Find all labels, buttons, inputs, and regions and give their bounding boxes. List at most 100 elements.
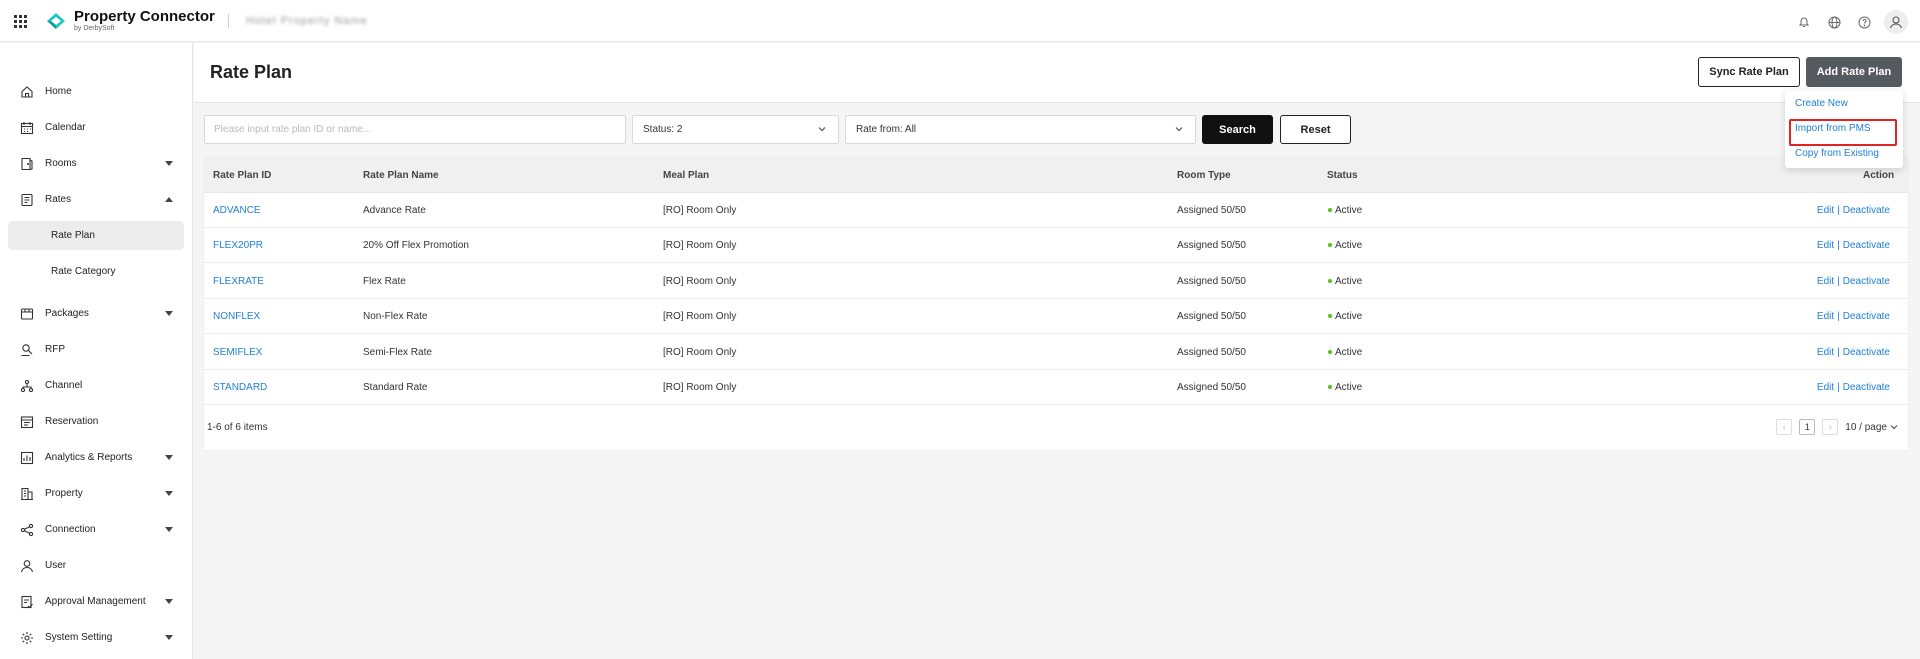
sidebar-item-analytics[interactable]: Analytics & Reports <box>0 443 193 473</box>
deactivate-link[interactable]: Deactivate <box>1843 276 1890 287</box>
status-text: Active <box>1335 347 1363 358</box>
sync-rate-plan-button[interactable]: Sync Rate Plan <box>1698 57 1800 87</box>
pagination: ‹ 1 › 10 / page <box>1776 419 1898 435</box>
rate-plan-id-link[interactable]: NONFLEX <box>213 311 260 322</box>
app-grid-icon[interactable] <box>14 15 27 28</box>
deactivate-link[interactable]: Deactivate <box>1843 382 1890 393</box>
deactivate-link[interactable]: Deactivate <box>1843 311 1890 322</box>
sidebar-item-connection[interactable]: Connection <box>0 515 193 545</box>
prev-page-icon[interactable]: ‹ <box>1776 419 1793 435</box>
table-row: NONFLEX Non-Flex Rate [RO] Room Only Ass… <box>204 299 1908 334</box>
meal-plan: [RO] Room Only <box>663 276 737 287</box>
deactivate-link[interactable]: Deactivate <box>1843 347 1890 358</box>
rate-plan-id-link[interactable]: SEMIFLEX <box>213 347 262 358</box>
sidebar-item-rfp[interactable]: RFP <box>0 335 193 365</box>
action-separator: | <box>1837 276 1840 287</box>
status-select-value: Status: 2 <box>643 124 683 135</box>
meal-plan: [RO] Room Only <box>663 311 737 322</box>
top-bar: Property Connector by DerbySoft Hotel Pr… <box>0 0 1920 42</box>
highlight-box <box>1789 119 1897 146</box>
sidebar-item-packages[interactable]: Packages <box>0 299 193 329</box>
sidebar-subitem-label: Rate Category <box>51 266 116 277</box>
sidebar-item-rates[interactable]: Rates <box>0 185 193 215</box>
status-select[interactable]: Status: 2 <box>632 115 839 144</box>
user-avatar-icon[interactable] <box>1884 10 1908 34</box>
deactivate-link[interactable]: Deactivate <box>1843 240 1890 251</box>
page-size-select[interactable]: 10 / page <box>1845 422 1898 433</box>
next-page-icon[interactable]: › <box>1822 419 1839 435</box>
search-placeholder: Please input rate plan ID or name... <box>214 124 372 135</box>
sidebar-item-channel[interactable]: Channel <box>0 371 193 401</box>
action-separator: | <box>1837 382 1840 393</box>
page-title: Rate Plan <box>210 62 293 82</box>
reservation-icon <box>20 416 34 429</box>
meal-plan: [RO] Room Only <box>663 205 737 216</box>
channel-icon <box>20 379 34 393</box>
sidebar-subitem-rate-category[interactable]: Rate Category <box>8 257 184 286</box>
rate-plan-name: Standard Rate <box>363 382 428 393</box>
meal-plan: [RO] Room Only <box>663 347 737 358</box>
rate-from-select-value: Rate from: All <box>856 124 917 135</box>
sidebar-item-label: Reservation <box>45 416 99 427</box>
sidebar-item-reservation[interactable]: Reservation <box>0 407 193 437</box>
status-dot <box>1328 314 1332 318</box>
rate-plan-id-link[interactable]: FLEX20PR <box>213 240 263 251</box>
rooms-icon <box>21 157 33 171</box>
room-type: Assigned 50/50 <box>1177 276 1246 287</box>
edit-link[interactable]: Edit <box>1817 276 1834 287</box>
room-type: Assigned 50/50 <box>1177 382 1246 393</box>
chevron-down-icon <box>1175 127 1183 132</box>
edit-link[interactable]: Edit <box>1817 205 1834 216</box>
help-icon[interactable] <box>1854 12 1874 32</box>
column-header-action: Action <box>1863 170 1895 181</box>
deactivate-link[interactable]: Deactivate <box>1843 205 1890 216</box>
add-rate-plan-button[interactable]: Add Rate Plan <box>1806 57 1902 87</box>
rate-plan-id-link[interactable]: ADVANCE <box>213 205 261 216</box>
approval-icon <box>21 595 33 609</box>
edit-link[interactable]: Edit <box>1817 311 1834 322</box>
sidebar-item-home[interactable]: Home <box>0 77 193 107</box>
edit-link[interactable]: Edit <box>1817 382 1834 393</box>
sidebar-item-property[interactable]: Property <box>0 479 193 509</box>
sidebar-item-user[interactable]: User <box>0 551 193 581</box>
page-header: Rate Plan Sync Rate Plan Add Rate Plan <box>194 43 1920 103</box>
notification-icon[interactable] <box>1794 12 1814 32</box>
status-text: Active <box>1335 205 1363 216</box>
edit-link[interactable]: Edit <box>1817 347 1834 358</box>
property-icon <box>21 487 33 501</box>
column-header-id: Rate Plan ID <box>213 170 272 181</box>
rate-plan-id-link[interactable]: FLEXRATE <box>213 276 264 287</box>
room-type: Assigned 50/50 <box>1177 347 1246 358</box>
sidebar-subitem-rate-plan[interactable]: Rate Plan <box>8 221 184 250</box>
sidebar-item-calendar[interactable]: Calendar <box>0 113 193 143</box>
menu-item-create-new[interactable]: Create New <box>1795 98 1848 109</box>
edit-link[interactable]: Edit <box>1817 240 1834 251</box>
status-dot <box>1328 350 1332 354</box>
sidebar-item-label: RFP <box>45 344 65 355</box>
column-header-name: Rate Plan Name <box>363 170 439 181</box>
globe-icon[interactable] <box>1824 12 1844 32</box>
rate-plan-id-link[interactable]: STANDARD <box>213 382 267 393</box>
brand-divider <box>228 14 229 28</box>
brand-subtitle: by DerbySoft <box>74 25 115 32</box>
page-number[interactable]: 1 <box>1799 419 1816 435</box>
sidebar-item-rooms[interactable]: Rooms <box>0 149 193 179</box>
chevron-down-icon <box>165 635 173 640</box>
sidebar-item-label: Analytics & Reports <box>45 452 133 463</box>
page-size-value: 10 / page <box>1845 421 1887 433</box>
sidebar-item-system-setting[interactable]: System Setting <box>0 623 193 653</box>
search-button[interactable]: Search <box>1202 115 1273 144</box>
row-actions: Edit | Deactivate <box>1817 382 1890 393</box>
row-actions: Edit | Deactivate <box>1817 276 1890 287</box>
connection-icon <box>20 523 34 537</box>
action-separator: | <box>1837 311 1840 322</box>
packages-icon <box>20 308 34 320</box>
search-input[interactable]: Please input rate plan ID or name... <box>204 115 626 144</box>
hotel-selector[interactable]: Hotel Property Name <box>246 15 368 27</box>
row-actions: Edit | Deactivate <box>1817 205 1890 216</box>
rate-from-select[interactable]: Rate from: All <box>845 115 1196 144</box>
menu-item-copy-from-existing[interactable]: Copy from Existing <box>1795 148 1879 159</box>
status-text: Active <box>1335 240 1363 251</box>
reset-button[interactable]: Reset <box>1280 115 1351 144</box>
sidebar-item-approval[interactable]: Approval Management <box>0 587 193 617</box>
